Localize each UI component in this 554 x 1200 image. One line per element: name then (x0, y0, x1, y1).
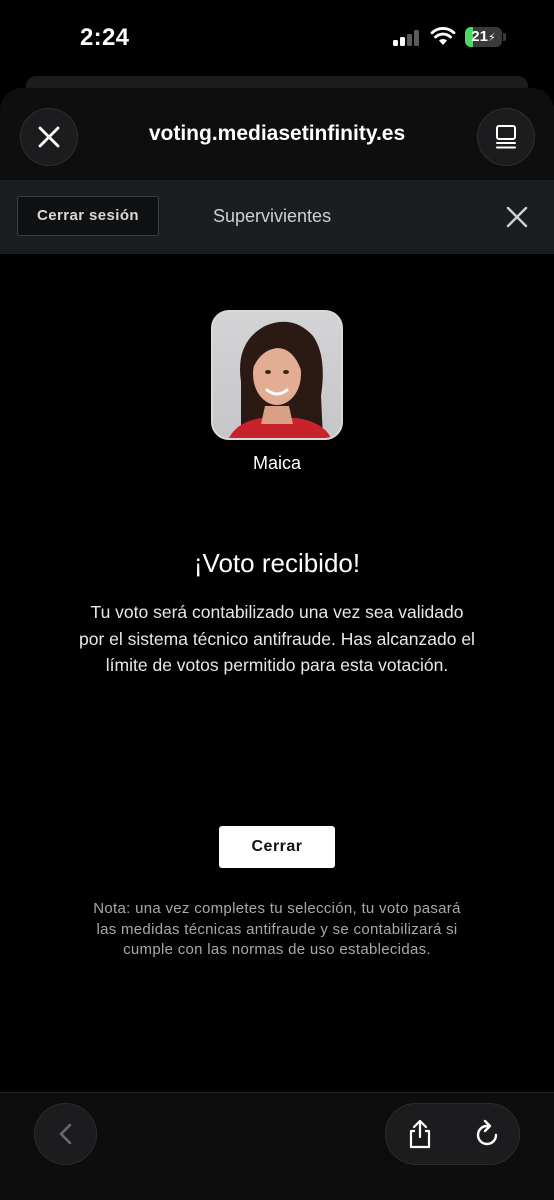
browser-toolbar (0, 1092, 554, 1200)
confirmation-title: ¡Voto recibido! (193, 548, 361, 578)
battery-cap (503, 33, 506, 41)
battery-indicator: 21⚡ (465, 27, 507, 47)
close-icon[interactable] (503, 203, 531, 231)
site-title: Supervivientes (213, 206, 332, 226)
close-icon (38, 126, 60, 148)
status-bar: 2:24 21⚡ (0, 0, 554, 76)
close-browser-button[interactable] (20, 108, 78, 166)
contestant-photo (211, 310, 343, 440)
cellular-signal-icon (393, 30, 423, 46)
battery-level-text: 21 (471, 28, 488, 45)
charging-bolt-icon: ⚡ (487, 32, 496, 44)
back-chevron-icon (59, 1123, 71, 1145)
tabs-button[interactable] (477, 108, 535, 166)
share-icon[interactable] (404, 1118, 436, 1150)
status-time: 2:24 (80, 24, 130, 51)
site-nav-bar: Cerrar sesión Supervivientes (0, 180, 554, 254)
contestant-name: Maica (252, 453, 301, 473)
logout-button[interactable]: Cerrar sesión (17, 196, 159, 236)
disclaimer-note: Nota: una vez completes tu selección, tu… (93, 900, 461, 958)
toolbar-actions (385, 1103, 520, 1165)
wifi-icon (430, 27, 456, 45)
reload-icon[interactable] (471, 1118, 503, 1150)
browser-header: voting.mediasetinfinity.es (0, 88, 554, 180)
battery-body: 21⚡ (465, 27, 502, 47)
battery-level: 21⚡ (465, 27, 502, 47)
browser-sheet: voting.mediasetinfinity.es Cerrar sesión… (0, 88, 554, 1200)
contestant-portrait (229, 321, 331, 438)
close-button[interactable]: Cerrar (219, 826, 335, 868)
back-button[interactable] (34, 1103, 97, 1165)
tabs-icon (496, 125, 516, 149)
url-label[interactable]: voting.mediasetinfinity.es (100, 122, 454, 146)
confirmation-message: Tu voto será contabilizado una vez sea v… (79, 602, 475, 675)
